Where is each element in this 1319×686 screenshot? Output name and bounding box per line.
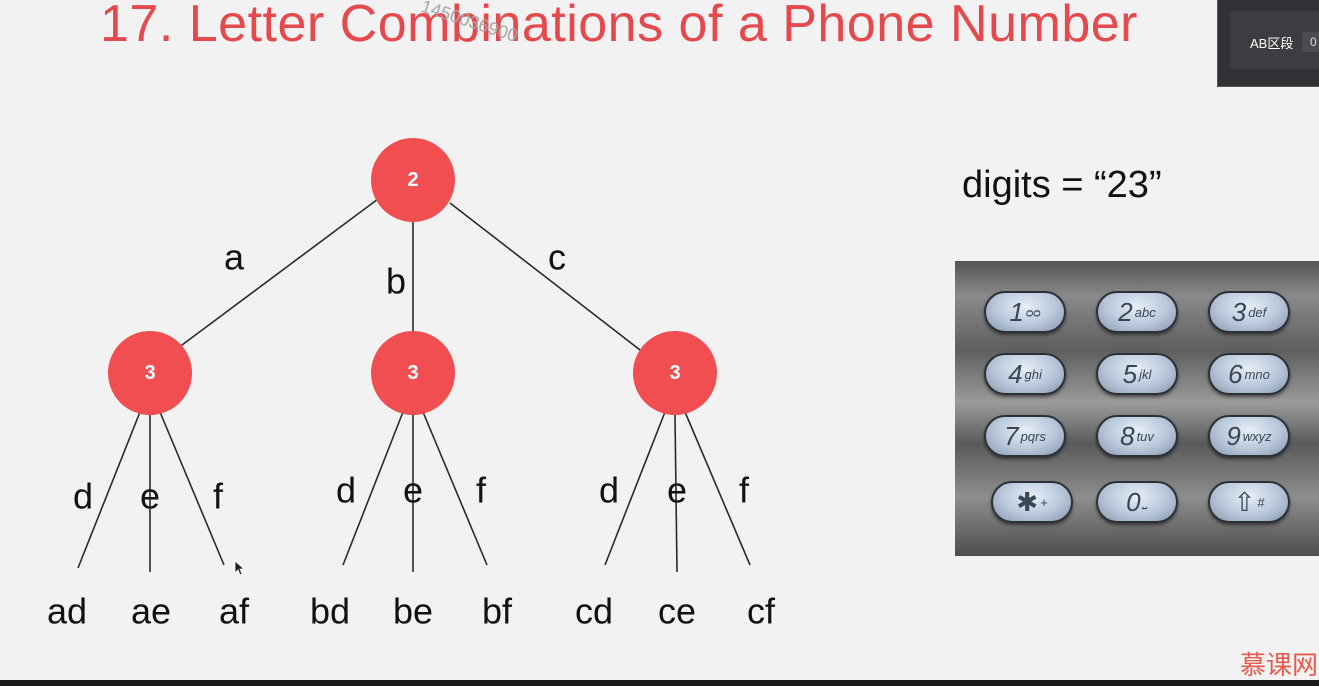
leaf-ce: ce xyxy=(658,591,696,632)
edge-label-c3-f: f xyxy=(739,470,750,511)
key-6: 6 mno xyxy=(1208,353,1290,395)
leaf-bd: bd xyxy=(310,591,350,632)
mouse-cursor-icon xyxy=(234,560,246,576)
key-hash-letters: # xyxy=(1257,494,1265,510)
bottom-bar xyxy=(0,680,1319,686)
leaf-cd: cd xyxy=(575,591,613,632)
node-child-a-label: 3 xyxy=(144,362,155,384)
leaf-ae: ae xyxy=(131,591,171,632)
key-9-letters: wxyz xyxy=(1242,428,1272,444)
key-star-digit: ✱ xyxy=(1016,486,1039,517)
leaf-ad: ad xyxy=(47,591,87,632)
edge-label-c2-e: e xyxy=(403,470,423,511)
edge-label-c3-e: e xyxy=(667,470,687,511)
node-child-c-label: 3 xyxy=(669,362,680,384)
key-6-letters: mno xyxy=(1244,366,1270,382)
leaf-bf: bf xyxy=(482,591,513,632)
edge-root-c xyxy=(449,202,641,351)
key-5: 5 jkl xyxy=(1096,353,1178,395)
key-1-letters: ᴑᴑ xyxy=(1026,304,1041,320)
edge-label-b: b xyxy=(386,261,406,302)
key-4-letters: ghi xyxy=(1024,366,1042,382)
edge-label-c1-f: f xyxy=(213,476,224,517)
key-8-letters: tuv xyxy=(1136,428,1154,444)
edge-root-a xyxy=(177,198,379,349)
key-4: 4 ghi xyxy=(984,353,1066,395)
key-hash-digit: ⇧ xyxy=(1233,486,1256,517)
key-4-digit: 4 xyxy=(1008,358,1023,389)
key-9: 9 wxyz xyxy=(1208,415,1290,457)
key-0: 0 ⎵ xyxy=(1096,481,1178,523)
key-3: 3 def xyxy=(1208,291,1290,333)
key-6-digit: 6 xyxy=(1228,358,1243,389)
key-9-digit: 9 xyxy=(1226,420,1241,451)
key-8-digit: 8 xyxy=(1120,420,1135,451)
leaf-be: be xyxy=(393,591,433,632)
key-1: 1 ᴑᴑ xyxy=(984,291,1066,333)
brand-logo-text: 慕课网 xyxy=(1240,650,1319,680)
phone-keypad-image: 1 ᴑᴑ 2 abc 3 def 4 ghi 5 jkl 6 mno 7 pqr… xyxy=(955,261,1319,556)
key-star: ✱ + xyxy=(991,481,1073,523)
key-2: 2 abc xyxy=(1096,291,1178,333)
key-3-letters: def xyxy=(1248,304,1267,320)
key-7: 7 pqrs xyxy=(984,415,1066,457)
leaf-af: af xyxy=(219,591,250,632)
leaf-cf: cf xyxy=(747,591,776,632)
edge-label-c2-f: f xyxy=(476,470,487,511)
key-5-digit: 5 xyxy=(1122,358,1138,389)
edge-label-a: a xyxy=(224,237,245,278)
key-7-digit: 7 xyxy=(1004,420,1019,451)
key-5-letters: jkl xyxy=(1139,366,1152,382)
digits-text: digits = “23” xyxy=(962,164,1162,206)
key-2-letters: abc xyxy=(1134,304,1156,320)
edge-label-c: c xyxy=(548,237,566,278)
key-0-letters: ⎵ xyxy=(1142,494,1148,509)
key-0-digit: 0 xyxy=(1126,486,1141,517)
key-3-digit: 3 xyxy=(1231,296,1247,327)
key-2-digit: 2 xyxy=(1118,296,1133,327)
key-star-letters: + xyxy=(1040,494,1048,510)
edge-label-c2-d: d xyxy=(336,470,356,511)
key-8: 8 tuv xyxy=(1096,415,1178,457)
node-child-b-label: 3 xyxy=(407,362,418,384)
edge-label-c3-d: d xyxy=(599,470,619,511)
key-7-letters: pqrs xyxy=(1020,428,1046,444)
node-root-label: 2 xyxy=(407,169,418,191)
edge-label-c1-e: e xyxy=(140,476,160,517)
edge-label-c1-d: d xyxy=(73,476,93,517)
key-1-digit: 1 xyxy=(1009,296,1024,327)
key-hash: ⇧ # xyxy=(1208,481,1290,523)
